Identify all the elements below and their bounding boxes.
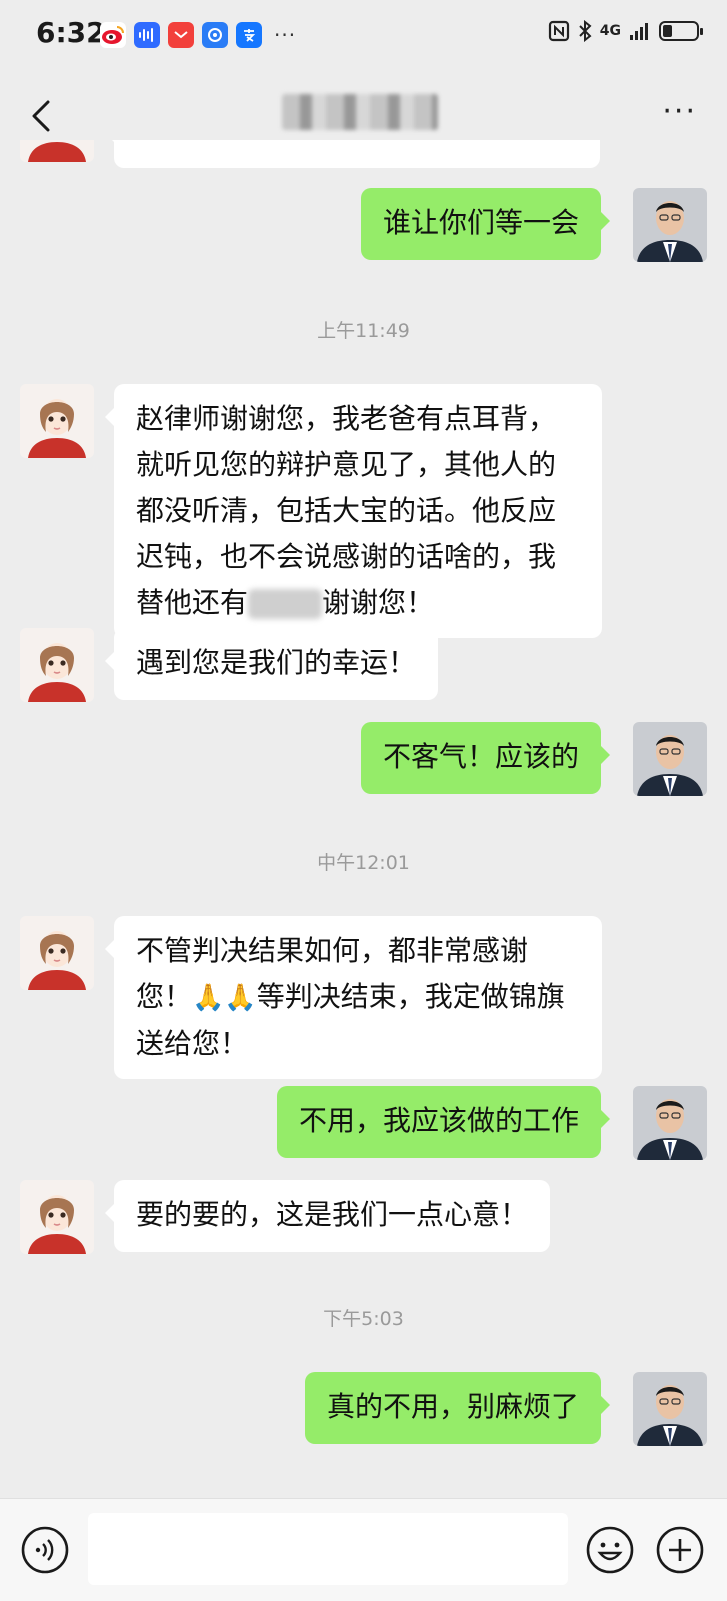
signal-icon — [630, 23, 648, 40]
red-app-icon — [168, 22, 194, 48]
input-bar — [0, 1498, 727, 1601]
message-bubble[interactable]: 遇到您是我们的幸运！ — [104, 628, 439, 700]
message-text: 不用，我应该做的工作 — [298, 1104, 579, 1137]
voice-button[interactable] — [20, 1525, 70, 1575]
redacted-text — [248, 589, 323, 619]
timestamp: 上午11:49 — [317, 320, 410, 342]
network-label: 4G — [599, 23, 621, 39]
message-text: 真的不用，别麻烦了 — [326, 1390, 579, 1423]
female-avatar[interactable] — [20, 384, 94, 458]
status-time: 6:32 — [36, 16, 106, 49]
message-text-tail: 谢谢您！ — [322, 586, 435, 619]
male-avatar[interactable] — [633, 722, 707, 796]
alipay-icon — [236, 22, 262, 48]
battery-icon — [659, 21, 703, 41]
female-avatar[interactable] — [20, 1180, 94, 1254]
status-bar: 6:32 ··· 4G — [0, 0, 727, 72]
bluetooth-icon — [579, 20, 592, 42]
male-avatar[interactable] — [633, 1086, 707, 1160]
message-bubble[interactable]: 不用，我应该做的工作 — [276, 1086, 611, 1158]
pray-emoji: 🙏🙏 — [192, 983, 257, 1013]
blue-app-icon — [202, 22, 228, 48]
female-avatar[interactable] — [20, 628, 94, 702]
emoji-button[interactable] — [585, 1525, 635, 1575]
chat-title-redacted — [282, 94, 438, 130]
back-button[interactable] — [24, 94, 64, 138]
message-text: 要的要的，这是我们一点心意！ — [136, 1198, 529, 1231]
plus-icon — [656, 1526, 704, 1574]
emoji-icon — [586, 1526, 634, 1574]
message-input[interactable] — [88, 1513, 568, 1585]
more-options-button[interactable]: ··· — [662, 97, 697, 127]
female-avatar[interactable] — [20, 140, 94, 162]
weibo-icon — [100, 22, 126, 48]
timestamp: 中午12:01 — [317, 852, 410, 874]
notification-icons: ··· — [100, 22, 296, 48]
message-text: 遇到您是我们的幸运！ — [136, 646, 417, 679]
more-dots-icon: ··· — [274, 23, 297, 47]
voice-app-icon — [134, 22, 160, 48]
male-avatar[interactable] — [633, 188, 707, 262]
message-text: 不客气！应该的 — [382, 740, 579, 773]
message-bubble-partial[interactable] — [105, 140, 600, 168]
chevron-left-icon — [32, 100, 50, 132]
timestamp: 下午5:03 — [323, 1308, 404, 1330]
message-bubble[interactable]: 谁让你们等一会 — [360, 188, 611, 260]
message-bubble[interactable]: 不管判决结果如何，都非常感谢您！🙏🙏等判决结束，我定做锦旗送给您！ — [105, 916, 602, 1079]
nfc-icon — [548, 20, 569, 42]
message-bubble[interactable]: 要的要的，这是我们一点心意！ — [104, 1180, 551, 1252]
message-list[interactable]: 谁让你们等一会 上午11:49 赵律师谢谢您，我老爸有点耳背，就听见您的辩护意见… — [0, 140, 727, 1498]
male-avatar[interactable] — [633, 1372, 707, 1446]
message-bubble[interactable]: 真的不用，别麻烦了 — [304, 1372, 611, 1444]
message-bubble[interactable]: 赵律师谢谢您，我老爸有点耳背，就听见您的辩护意见了，其他人的都没听清，包括大宝的… — [105, 384, 602, 638]
message-bubble[interactable]: 不客气！应该的 — [360, 722, 611, 794]
female-avatar[interactable] — [20, 916, 94, 990]
plus-button[interactable] — [655, 1525, 705, 1575]
message-text: 谁让你们等一会 — [382, 206, 579, 239]
system-icons: 4G — [548, 20, 703, 42]
voice-icon — [21, 1526, 69, 1574]
